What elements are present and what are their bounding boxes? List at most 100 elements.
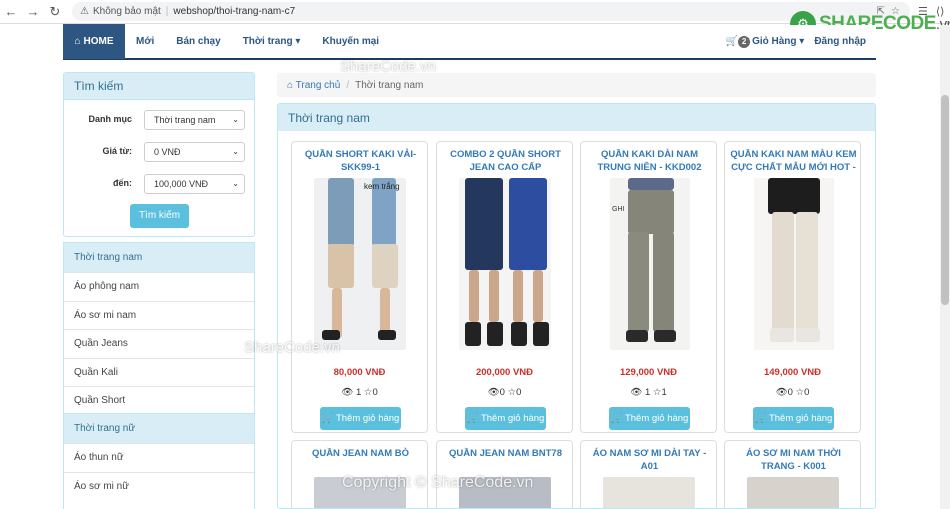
nav-promotion[interactable]: Khuyến mại: [311, 36, 390, 47]
url-text: webshop/thoi-trang-nam-c7: [173, 6, 296, 17]
product-image[interactable]: kem trắng: [314, 178, 406, 350]
product-title[interactable]: QUẦN SHORT KAKI VẢI- SKK99-1: [296, 148, 425, 176]
nav-fashion[interactable]: Thời trang ▾: [232, 36, 312, 47]
price-to-value: 100,000 VNĐ: [154, 179, 209, 189]
reload-icon[interactable]: ↻: [44, 4, 66, 20]
back-icon[interactable]: ←: [0, 4, 22, 19]
category-item[interactable]: Quần Short: [64, 386, 254, 415]
product-image[interactable]: [459, 178, 551, 350]
category-heading-women[interactable]: Thời trang nữ: [64, 414, 254, 443]
category-select-value: Thời trang nam: [154, 115, 216, 125]
price-to-row: đến: 100,000 VNĐ ⌄: [64, 174, 254, 194]
product-price: 129,000 VNĐ: [619, 367, 678, 378]
product-card: QUẦN JEAN NAM BÒ: [291, 440, 428, 508]
breadcrumb-current: Thời trang nam: [355, 79, 424, 91]
product-title[interactable]: QUẦN KAKI NAM MÀU KEM CỰC CHẤT MẪU MỚI H…: [729, 148, 858, 176]
login-link[interactable]: Đăng nhập: [814, 36, 866, 47]
breadcrumb-home[interactable]: ⌂ Trang chủ: [287, 80, 340, 91]
breadcrumb: ⌂ Trang chủ / Thời trang nam: [277, 73, 876, 97]
product-price: 80,000 VNĐ: [333, 367, 386, 378]
view-count: 0: [787, 387, 793, 398]
product-title[interactable]: COMBO 2 QUẦN SHORT JEAN CAO CẤP: [441, 148, 570, 176]
forward-icon[interactable]: →: [22, 4, 44, 19]
star-icon: ☆: [507, 387, 517, 398]
products-panel: Thời trang nam QUẦN SHORT KAKI VẢI- SKK9…: [277, 103, 876, 509]
add-to-cart-button[interactable]: 🛒 Thêm giỏ hàng: [465, 407, 546, 430]
product-image[interactable]: GHI: [610, 178, 690, 350]
product-image[interactable]: [747, 477, 839, 508]
security-label: Không bảo mật: [92, 6, 161, 17]
price-from-select[interactable]: 0 VNĐ ⌄: [144, 142, 245, 162]
cart-count-badge: 2: [738, 35, 751, 48]
category-item[interactable]: Áo sơ mi nữ: [64, 471, 254, 501]
product-card: QUẦN JEAN NAM BNT78: [436, 440, 573, 508]
page-scrollbar[interactable]: [940, 25, 950, 509]
product-title[interactable]: QUẦN JEAN NAM BNT78: [441, 447, 570, 475]
category-item[interactable]: Quần Jeans: [64, 329, 254, 358]
nav-home[interactable]: ⌂ HOME: [63, 24, 125, 59]
chevron-down-icon: ⌄: [232, 179, 239, 188]
search-panel-title: Tìm kiếm: [64, 73, 254, 100]
eye-icon: 👁: [341, 387, 354, 398]
product-image[interactable]: [754, 178, 834, 350]
add-to-cart-button[interactable]: 🛒 Thêm giỏ hàng: [753, 407, 834, 430]
price-from-label: Giá từ:: [102, 146, 132, 156]
product-title[interactable]: ÁO NAM SƠ MI DÀI TAY - A01: [585, 447, 714, 475]
nav-bestseller[interactable]: Bán chạy: [165, 36, 231, 47]
eye-icon: 👁: [630, 387, 643, 398]
category-panel-women: Thời trang nữ Áo thun nữ Áo sơ mi nữ: [63, 413, 255, 509]
product-price: 149,000 VNĐ: [763, 367, 822, 378]
photo-note: GHI: [612, 206, 625, 213]
category-item[interactable]: Áo phông nam: [64, 272, 254, 301]
star-count: 0: [516, 387, 522, 398]
search-panel: Tìm kiếm Danh mục Thời trang nam ⌄ Giá từ…: [63, 72, 255, 237]
product-stats: 👁 1 ☆1: [581, 387, 716, 398]
category-item[interactable]: Áo thun nữ: [64, 443, 254, 472]
address-bar[interactable]: ⚠ Không bảo mật | webshop/thoi-trang-nam…: [72, 2, 910, 21]
nav-new[interactable]: Mới: [125, 36, 165, 47]
product-stats: 👁0 ☆0: [437, 387, 572, 398]
product-price: 200,000 VNĐ: [475, 367, 534, 378]
chevron-down-icon: ⌄: [232, 115, 239, 124]
star-count: 0: [372, 387, 378, 398]
nav-home-label: HOME: [83, 36, 114, 47]
product-card: ÁO SƠ MI NAM THỜI TRANG - K001: [724, 440, 861, 508]
view-count: 0: [499, 387, 505, 398]
cart-icon: 🛒: [754, 413, 767, 424]
cart-menu[interactable]: 🛒 2 Giỏ Hàng ▾: [726, 35, 805, 48]
breadcrumb-separator: /: [346, 79, 350, 91]
price-from-value: 0 VNĐ: [154, 147, 181, 157]
category-item[interactable]: Áo sơ mi nam: [64, 300, 254, 330]
category-select[interactable]: Thời trang nam ⌄: [144, 110, 245, 130]
view-count: 1: [644, 387, 651, 398]
category-heading-men[interactable]: Thời trang nam: [64, 243, 254, 272]
category-panel-men: Thời trang nam Áo phông nam Áo sơ mi nam…: [63, 242, 255, 416]
add-to-cart-label: Thêm giỏ hàng: [768, 413, 833, 424]
product-title[interactable]: QUẦN KAKI DÀI NAM TRUNG NIÊN - KKD002: [585, 148, 714, 176]
add-to-cart-button[interactable]: 🛒 Thêm giỏ hàng: [320, 407, 401, 430]
cart-icon: 🛒: [610, 413, 623, 424]
search-button[interactable]: Tìm kiếm: [130, 204, 189, 228]
product-card: QUẦN KAKI NAM MÀU KEM CỰC CHẤT MẪU MỚI H…: [724, 141, 861, 433]
cart-icon: 🛒: [466, 413, 479, 424]
product-card: QUẦN SHORT KAKI VẢI- SKK99-1 kem trắng 8…: [291, 141, 428, 433]
star-icon: ☆: [795, 387, 805, 398]
home-icon: ⌂: [74, 36, 81, 47]
product-title[interactable]: QUẦN JEAN NAM BÒ: [296, 447, 425, 475]
warning-icon: ⚠: [80, 6, 89, 17]
product-image[interactable]: [603, 477, 695, 508]
price-to-label: đến:: [113, 178, 132, 188]
product-image[interactable]: [459, 477, 551, 508]
product-image[interactable]: [314, 477, 406, 508]
star-count: 0: [804, 387, 810, 398]
products-panel-title: Thời trang nam: [278, 104, 875, 131]
eye-icon: 👁: [487, 387, 500, 398]
add-to-cart-button[interactable]: 🛒 Thêm giỏ hàng: [609, 407, 690, 430]
caret-down-icon: ▾: [799, 35, 805, 47]
category-item[interactable]: Quần Kali: [64, 357, 254, 387]
price-to-select[interactable]: 100,000 VNĐ ⌄: [144, 174, 245, 194]
scrollbar-thumb[interactable]: [941, 95, 949, 305]
chevron-down-icon: ⌄: [232, 147, 239, 156]
product-stats: 👁 1 ☆0: [292, 387, 427, 398]
product-title[interactable]: ÁO SƠ MI NAM THỜI TRANG - K001: [729, 447, 858, 475]
